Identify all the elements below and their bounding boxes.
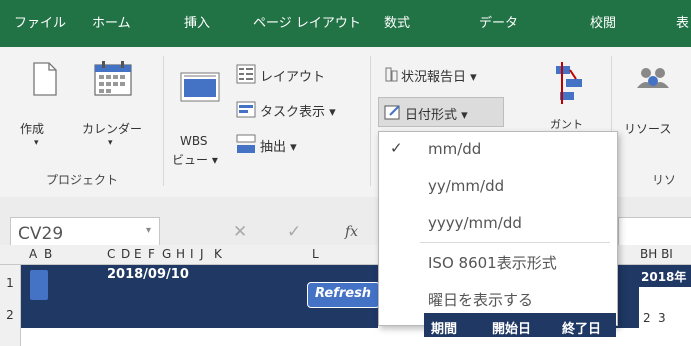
insert-function-icon[interactable]: fx (345, 224, 358, 240)
header-band-end (616, 265, 639, 328)
col-header-b[interactable]: B (44, 247, 52, 261)
tab-file[interactable]: ファイル (14, 0, 66, 47)
col-header-c[interactable]: C (107, 247, 115, 261)
col-header-a[interactable]: A (29, 247, 37, 261)
ribbon-tab-bar: ファイル ホーム 挿入 ページ レイアウト 数式 データ 校閲 表 (0, 0, 691, 47)
start-date-header[interactable]: 開始日 (492, 318, 531, 337)
checkmark-icon: ✓ (390, 139, 403, 157)
date-format-label: 日付形式 ▾ (405, 108, 468, 123)
create-label: 作成 (20, 122, 45, 136)
menu-item-show-weekday[interactable]: 曜日を表示する (428, 289, 533, 310)
enter-icon[interactable]: ✓ (287, 222, 301, 242)
name-box-value: CV29 (18, 224, 64, 244)
project-group-label: プロジェクト (46, 173, 119, 187)
tab-home[interactable]: ホーム (92, 0, 131, 47)
col-header-g[interactable]: G (162, 247, 171, 261)
date-format-button[interactable]: 日付形式 ▾ (378, 97, 504, 127)
task-display-label: タスク表示 ▾ (260, 105, 336, 120)
col-header-j[interactable]: J (200, 247, 204, 261)
resource-label: リソース (624, 122, 672, 136)
refresh-label: Refresh (315, 286, 372, 301)
gantt-icon (556, 62, 582, 104)
col-header-l[interactable]: L (312, 247, 319, 261)
tab-formulas[interactable]: 数式 (384, 0, 410, 47)
calendar-icon (94, 61, 132, 96)
wbs-view-button[interactable]: WBS ビュー ▾ (172, 58, 228, 178)
extract-icon (236, 134, 256, 153)
task-display-icon (236, 101, 256, 118)
status-date-icon (385, 67, 398, 82)
gantt-label: ガント (550, 118, 583, 131)
create-button[interactable]: 作成 ▾ (20, 58, 66, 154)
row-header-2[interactable]: 2 (0, 308, 20, 322)
wbs-label: WBS (180, 134, 208, 148)
end-date-header[interactable]: 終了日 (562, 318, 601, 337)
chevron-down-icon[interactable]: ▾ (146, 225, 151, 236)
calendar-label: カレンダー (82, 122, 143, 136)
col-header-e[interactable]: E (134, 247, 142, 261)
layout-icon (236, 64, 256, 84)
tab-review[interactable]: 校閲 (590, 0, 616, 47)
col-header-d[interactable]: D (121, 247, 130, 261)
chevron-down-icon: ▾ (108, 138, 113, 148)
document-icon (33, 62, 57, 96)
tab-page-layout[interactable]: ページ レイアウト (253, 0, 361, 47)
menu-item-yy-mm-dd[interactable]: yy/mm/dd (428, 177, 504, 195)
wbs-view-icon (180, 72, 220, 102)
task-display-button[interactable]: タスク表示 ▾ (236, 98, 366, 120)
resource-button[interactable]: リソース (622, 58, 691, 154)
period-header[interactable]: 期間 (431, 318, 457, 337)
people-icon (637, 68, 669, 88)
day-cell-2[interactable]: 2 (643, 311, 651, 325)
col-header-i[interactable]: I (190, 247, 194, 261)
project-start-date[interactable]: 2018/09/10 (107, 267, 189, 282)
logo-icon (30, 270, 48, 300)
col-header-f[interactable]: F (148, 247, 155, 261)
col-header-k[interactable]: K (214, 247, 222, 261)
tab-data[interactable]: データ (479, 0, 518, 47)
calendar-button[interactable]: カレンダー ▾ (82, 58, 146, 154)
layout-label: レイアウト (260, 70, 326, 85)
menu-item-iso-8601[interactable]: ISO 8601表示形式 (428, 252, 557, 273)
tab-view[interactable]: 表 (676, 0, 689, 47)
cancel-icon[interactable]: ✕ (233, 222, 247, 242)
date-format-icon (384, 105, 400, 120)
gantt-button[interactable]: ガント (540, 58, 602, 136)
group-separator (370, 56, 371, 186)
row-header-1[interactable]: 1 (0, 276, 20, 290)
menu-item-mm-dd[interactable]: mm/dd (428, 140, 481, 158)
status-date-label: 状況報告日 ▾ (401, 70, 477, 85)
col-header-bh-bi[interactable]: BH BI (640, 247, 673, 261)
day-cell-3[interactable]: 3 (658, 311, 666, 325)
chevron-down-icon: ▾ (34, 138, 39, 148)
extract-label: 抽出 ▾ (260, 140, 297, 155)
menu-item-yyyy-mm-dd[interactable]: yyyy/mm/dd (428, 214, 522, 232)
resource-group-label: リソ (652, 173, 677, 187)
layout-button[interactable]: レイアウト (236, 63, 346, 85)
menu-divider (420, 242, 610, 243)
extract-button[interactable]: 抽出 ▾ (236, 133, 336, 155)
group-separator (163, 56, 164, 186)
col-header-h[interactable]: H (176, 247, 185, 261)
wbs-view-label: ビュー ▾ (172, 153, 218, 167)
tab-insert[interactable]: 挿入 (184, 0, 210, 47)
status-date-button[interactable]: 状況報告日 ▾ (383, 63, 523, 85)
right-date: 2018年 (641, 270, 687, 284)
